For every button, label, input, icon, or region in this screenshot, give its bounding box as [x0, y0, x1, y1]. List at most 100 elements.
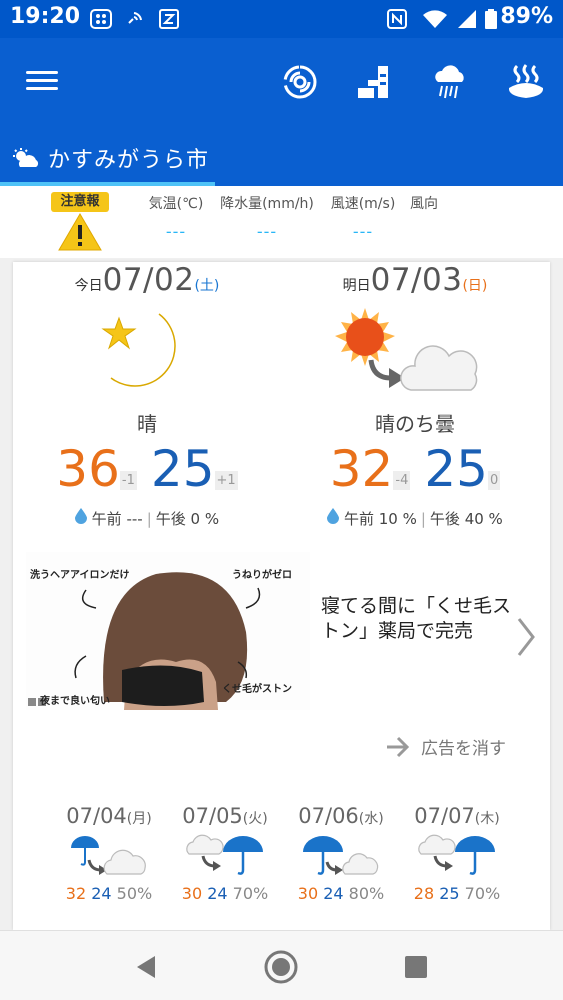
moon-star-icon: [101, 313, 176, 387]
battery-percent: 89%: [500, 4, 553, 29]
weekly-day[interactable]: 07/05(火) 30 24 70%: [167, 804, 283, 903]
today-rain-am: 午前 ---: [91, 510, 143, 528]
wind-direction-label: 風向: [410, 196, 438, 212]
tomorrow-weather: 晴のち曇: [375, 412, 455, 436]
chevron-right-icon[interactable]: [515, 616, 537, 658]
today-weather: 晴: [137, 412, 157, 436]
tomorrow-rain-am: 午前 10 %: [343, 510, 417, 528]
cloud-rain-icon: [435, 65, 464, 99]
weekly-day[interactable]: 07/06(水) 30 24 80%: [283, 804, 399, 903]
wind-speed-column: 風速(m/s) ---: [326, 193, 400, 241]
raindrop-icon: [74, 508, 87, 524]
wind-speed-value: ---: [352, 222, 374, 241]
weekly-date: 07/06(水): [298, 804, 384, 828]
tomorrow-dow: (日): [462, 278, 488, 294]
wind-direction-column: 風向: [408, 193, 440, 213]
typhoon-icon: [283, 65, 317, 99]
tomorrow-date: 07/03: [370, 262, 463, 298]
today-forecast[interactable]: 今日07/02(土) 晴 36 -1 25 +1 午前 --- | 午後 0 %: [13, 262, 281, 542]
app-bar: かすみがうら市: [0, 38, 563, 186]
wifi-call-icon: [124, 9, 146, 29]
status-bar: 19:20 89%: [0, 0, 563, 38]
weekly-date: 07/04(月): [66, 804, 152, 828]
today-rain: 午前 --- | 午後 0 %: [13, 508, 281, 529]
tomorrow-low: 25: [424, 440, 488, 498]
weekly-date: 07/07(木): [414, 804, 500, 828]
sun-then-cloud-icon: [335, 308, 478, 391]
raindrop-icon: [327, 508, 340, 524]
warning-icon[interactable]: [57, 212, 103, 256]
ad-image[interactable]: 洗うヘアアイロンだけ うねりがゼロ 夜まで良い匂い くせ毛がストン: [26, 552, 310, 710]
advisory-badge[interactable]: 注意報: [51, 192, 109, 212]
battery-icon: [484, 9, 498, 29]
location-name: かすみがうら市: [48, 148, 210, 173]
ad-caption: くせ毛がストン: [222, 684, 292, 695]
location-label[interactable]: かすみがうら市: [12, 142, 209, 174]
temperature-column: 気温(℃) ---: [146, 193, 206, 241]
weekly-day[interactable]: 07/04(月) 32 24 50%: [51, 804, 167, 903]
system-nav-bar: [0, 930, 563, 1000]
app-grid-icon: [90, 9, 112, 29]
status-time: 19:20: [10, 4, 81, 29]
wind-speed-label: 風速(m/s): [330, 196, 396, 212]
today-temps: 36 -1 25 +1: [13, 440, 281, 498]
arrow-right-icon: [387, 736, 410, 757]
weekly-values: 30 24 70%: [181, 884, 269, 903]
recents-icon: [405, 956, 427, 978]
onsen-button[interactable]: [504, 60, 548, 104]
weekly-values: 28 25 70%: [413, 884, 501, 903]
river-level-button[interactable]: [352, 60, 396, 104]
today-header: 今日07/02(土): [13, 262, 281, 298]
precipitation-column: 降水量(mm/h) ---: [217, 193, 317, 241]
back-icon: [137, 956, 155, 978]
tomorrow-header: 明日07/03(日): [281, 262, 549, 298]
weekly-values: 32 24 50%: [65, 884, 153, 903]
menu-icon: [26, 71, 58, 74]
forecast-card: 今日07/02(土) 晴 36 -1 25 +1 午前 --- | 午後 0 % 明日07…: [13, 262, 550, 930]
temperature-value: ---: [165, 222, 187, 241]
tomorrow-high: 32: [329, 440, 394, 498]
precipitation-label: 降水量(mm/h): [220, 196, 314, 212]
tomorrow-forecast[interactable]: 明日07/03(日) 晴のち曇 32 -4 25 0 午前 10 % | 午後 40 %: [281, 262, 549, 542]
home-button[interactable]: [261, 947, 301, 987]
weekly-date: 07/05(火): [182, 804, 268, 828]
ad-title[interactable]: 寝てる間に「くせ毛ストン」薬局で完売: [321, 594, 513, 644]
today-dow: (土): [194, 278, 220, 294]
back-button[interactable]: [126, 947, 166, 987]
home-icon: [264, 950, 298, 984]
temperature-label: 気温(℃): [148, 196, 204, 212]
tomorrow-high-diff: -4: [393, 471, 411, 490]
weekly-day[interactable]: 07/07(木) 28 25 70%: [399, 804, 515, 903]
partly-cloudy-icon: [13, 148, 39, 167]
today-high: 36: [56, 440, 120, 498]
ad-caption: 夜まで良い匂い: [40, 696, 110, 707]
ad-caption: 洗うヘアアイロンだけ: [30, 570, 130, 581]
signal-icon: [456, 9, 478, 29]
rain-radar-button[interactable]: [428, 60, 472, 104]
hide-ad-button[interactable]: 広告を消す: [385, 734, 506, 759]
tomorrow-prefix: 明日: [342, 278, 371, 294]
hide-ad-label: 広告を消す: [421, 739, 506, 759]
today-prefix: 今日: [74, 278, 103, 294]
rain-then-cloud-icon: [71, 836, 146, 875]
hot-spring-icon: [508, 64, 544, 98]
today-low: 25: [150, 440, 215, 498]
typhoon-button[interactable]: [278, 60, 322, 104]
today-high-diff: -1: [119, 471, 137, 490]
cloud-then-rain-icon: [186, 834, 263, 875]
water-level-icon: [358, 66, 388, 98]
weekly-values: 30 24 80%: [297, 884, 385, 903]
today-rain-pm: 午後 0 %: [155, 510, 220, 528]
menu-button[interactable]: [22, 66, 62, 96]
tomorrow-low-diff: 0: [487, 471, 501, 490]
rain-then-cloud-icon: [303, 836, 379, 875]
today-date: 07/02: [102, 262, 195, 298]
observation-strip: 注意報 気温(℃) --- 降水量(mm/h) --- 風速(m/s) --- …: [0, 186, 563, 258]
recents-button[interactable]: [396, 947, 436, 987]
wifi-icon: [420, 9, 450, 29]
tomorrow-rain-pm: 午後 40 %: [429, 510, 503, 528]
tomorrow-rain: 午前 10 % | 午後 40 %: [281, 508, 549, 529]
nfc-app-icon: [158, 9, 180, 29]
tomorrow-temps: 32 -4 25 0: [281, 440, 549, 498]
today-low-diff: +1: [214, 471, 238, 490]
